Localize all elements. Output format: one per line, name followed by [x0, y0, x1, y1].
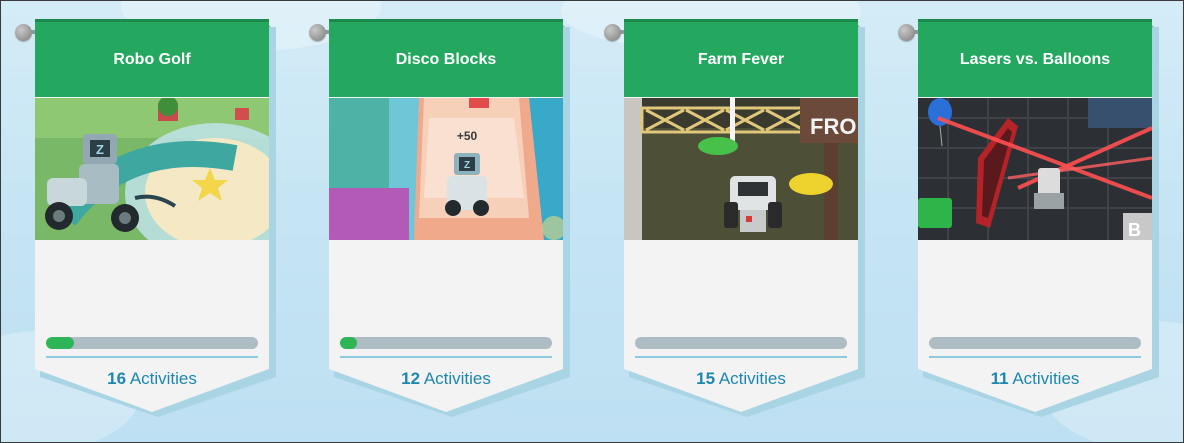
course-banner[interactable]: Disco Blocks +50 Z 12 Activities	[329, 19, 563, 412]
course-card-lasers-vs-balloons[interactable]: Lasers vs. Balloons B 11 Activities	[898, 19, 1159, 423]
course-thumbnail[interactable]: B	[918, 98, 1152, 240]
rod-end-knob	[898, 24, 915, 41]
course-banner[interactable]: Lasers vs. Balloons B 11 Activities	[918, 19, 1152, 412]
rod-end-knob	[604, 24, 621, 41]
course-card-farm-fever[interactable]: Farm Fever FRO 15 Activities	[604, 19, 865, 423]
course-progress-bar	[929, 337, 1141, 349]
scene-sign-text: FRO	[810, 114, 856, 139]
divider	[635, 356, 847, 358]
svg-text:Z: Z	[96, 142, 104, 157]
course-progress-bar	[46, 337, 258, 349]
course-progress-bar	[635, 337, 847, 349]
title-bar: Lasers vs. Balloons	[918, 19, 1152, 97]
course-card-robo-golf[interactable]: Robo Golf Z 16 Activities	[15, 19, 276, 423]
course-card-disco-blocks[interactable]: Disco Blocks +50 Z 12 Activities	[309, 19, 570, 423]
title-bar: Farm Fever	[624, 19, 858, 97]
divider	[340, 356, 552, 358]
level-selection-screen: Robo Golf Z 16 Activities Disco Blocks +…	[0, 0, 1184, 443]
course-thumbnail[interactable]: Z	[35, 98, 269, 240]
course-title: Disco Blocks	[395, 50, 497, 68]
rod-end-knob	[15, 24, 32, 41]
progress-fill	[46, 337, 74, 349]
svg-text:Z: Z	[464, 160, 470, 171]
course-title: Robo Golf	[113, 50, 191, 68]
course-title: Lasers vs. Balloons	[959, 50, 1111, 68]
course-title: Farm Fever	[697, 50, 785, 68]
course-thumbnail[interactable]: +50 Z	[329, 98, 563, 240]
score-popup: +50	[457, 129, 478, 143]
divider	[929, 356, 1141, 358]
rod-end-knob	[309, 24, 326, 41]
divider	[46, 356, 258, 358]
course-thumbnail[interactable]: FRO	[624, 98, 858, 240]
title-bar: Disco Blocks	[329, 19, 563, 97]
title-bar: Robo Golf	[35, 19, 269, 97]
scene-sign-text: B	[1128, 220, 1141, 240]
progress-fill	[340, 337, 357, 349]
course-banner[interactable]: Farm Fever FRO 15 Activities	[624, 19, 858, 412]
course-progress-bar	[340, 337, 552, 349]
course-banner[interactable]: Robo Golf Z 16 Activities	[35, 19, 269, 412]
